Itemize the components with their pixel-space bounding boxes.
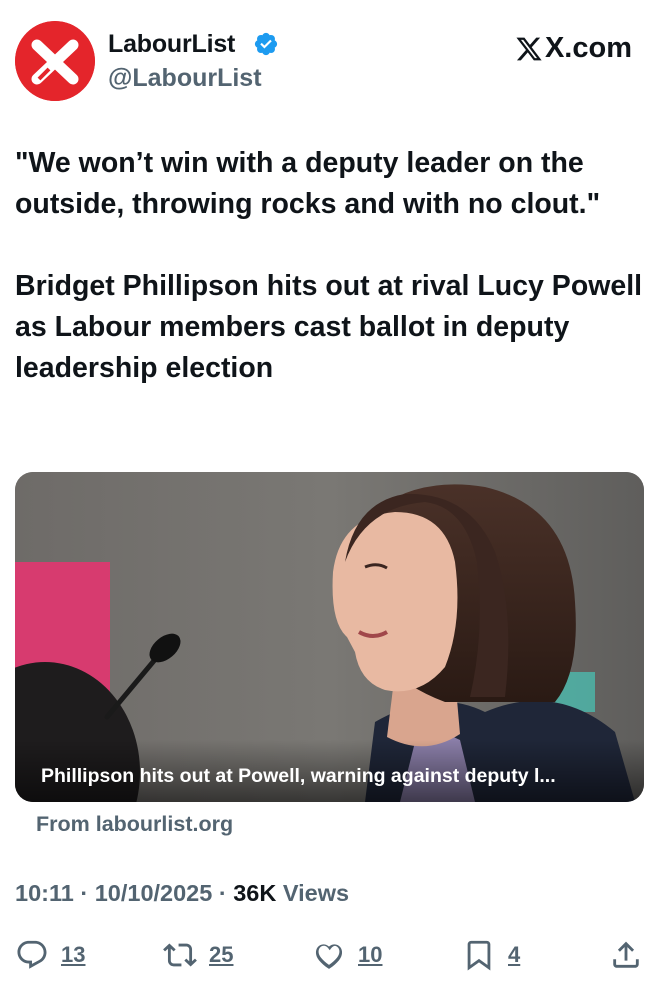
- source-site-label: X.com: [544, 32, 632, 64]
- tweet-quote: "We won’t win with a deputy leader on th…: [15, 147, 601, 220]
- tweet-meta: 10:11 · 10/10/2025 · 36K Views: [15, 880, 349, 907]
- reply-button[interactable]: 13: [15, 938, 85, 972]
- meta-separator: ·: [80, 880, 89, 906]
- avatar[interactable]: [15, 21, 95, 101]
- bookmark-icon: [467, 940, 491, 971]
- repost-button[interactable]: 25: [163, 938, 233, 972]
- like-button[interactable]: 10: [312, 938, 382, 972]
- bookmark-count: 4: [508, 942, 521, 967]
- tweet-time[interactable]: 10:11: [15, 880, 74, 906]
- repost-count: 25: [209, 942, 234, 967]
- labourlist-logo-icon: [15, 21, 95, 101]
- tweet-header: LabourList @LabourList X.com: [0, 0, 660, 120]
- card-source-link[interactable]: From labourlist.org: [36, 812, 233, 837]
- reply-count: 13: [61, 942, 86, 967]
- share-button[interactable]: [609, 938, 643, 972]
- tweet-actions-bar: 13 25 10 4: [0, 930, 660, 980]
- views-label: Views: [282, 880, 350, 906]
- link-card[interactable]: Phillipson hits out at Powell, warning a…: [15, 472, 644, 802]
- x-logo-icon: [516, 37, 542, 60]
- card-title: Phillipson hits out at Powell, warning a…: [41, 765, 556, 787]
- source-site-logo: X.com: [515, 32, 632, 65]
- views-count: 36K: [233, 880, 277, 906]
- card-caption-overlay: Phillipson hits out at Powell, warning a…: [15, 740, 644, 802]
- heart-icon: [315, 944, 343, 969]
- meta-separator: ·: [218, 880, 227, 906]
- like-count: 10: [358, 942, 383, 967]
- reply-icon: [17, 940, 47, 969]
- bookmark-button[interactable]: 4: [462, 938, 520, 972]
- repost-icon: [163, 943, 197, 967]
- author-display-name[interactable]: LabourList: [108, 30, 235, 59]
- share-icon: [613, 941, 639, 968]
- tweet-text: "We won’t win with a deputy leader on th…: [15, 143, 645, 389]
- tweet-date[interactable]: 10/10/2025: [95, 880, 213, 906]
- tweet-headline: Bridget Phillipson hits out at rival Luc…: [15, 270, 643, 384]
- verified-badge-icon: [254, 32, 278, 56]
- author-handle[interactable]: @LabourList: [108, 64, 262, 93]
